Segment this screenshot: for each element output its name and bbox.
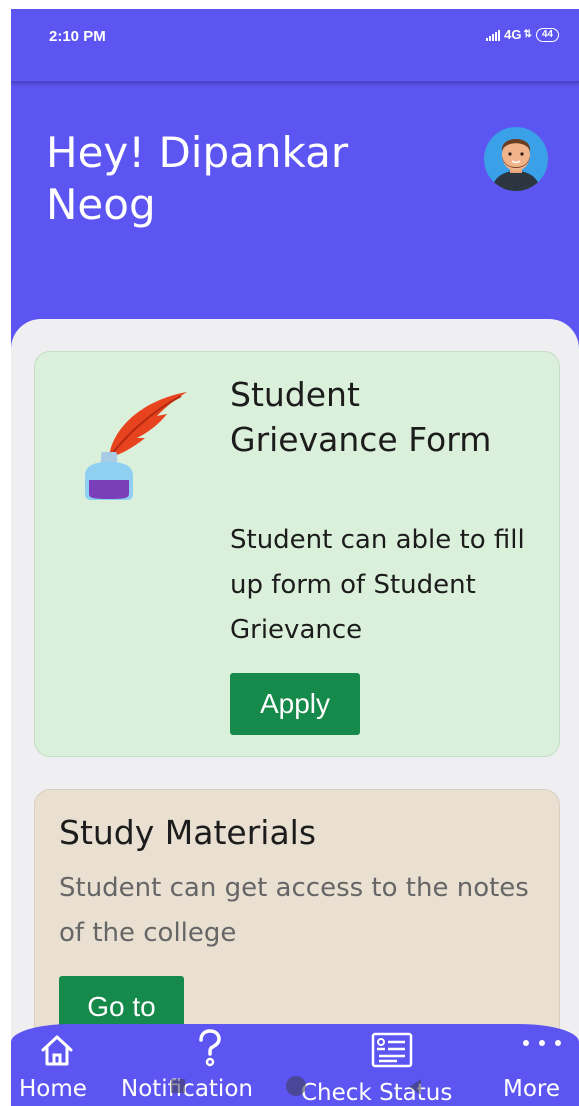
study-materials-description: Student can get access to the notes of t… bbox=[59, 873, 529, 948]
user-avatar-icon[interactable] bbox=[483, 126, 549, 192]
nav-item-more[interactable]: More bbox=[499, 1024, 579, 1106]
grievance-description: Student can able to fill up form of Stud… bbox=[230, 525, 525, 645]
question-icon bbox=[199, 1029, 221, 1067]
status-indicators: 4G ⇅ 44 bbox=[486, 27, 559, 42]
apply-button[interactable]: Apply bbox=[230, 673, 360, 735]
more-icon bbox=[523, 1040, 561, 1046]
battery-icon: 44 bbox=[535, 27, 559, 42]
bottom-nav: Home Notification Check Status More bbox=[11, 1024, 579, 1106]
system-recent-icon bbox=[409, 1079, 421, 1095]
list-icon bbox=[371, 1032, 413, 1068]
quill-inkpot-icon bbox=[71, 380, 191, 502]
nav-label-more: More bbox=[503, 1076, 561, 1102]
nav-label-home: Home bbox=[19, 1076, 87, 1102]
data-arrows-icon: ⇅ bbox=[523, 29, 532, 40]
nav-label-check-status: Check Status bbox=[301, 1080, 453, 1106]
system-back-icon bbox=[171, 1079, 185, 1093]
system-home-icon bbox=[286, 1076, 306, 1096]
grievance-card[interactable]: Student Grievance Form Student can able … bbox=[34, 351, 560, 757]
grievance-title: Student Grievance Form bbox=[230, 375, 492, 459]
nav-item-home[interactable]: Home bbox=[11, 1024, 121, 1106]
app-screen: 2:10 PM 4G ⇅ 44 Hey! Dipankar Neog Stude… bbox=[11, 9, 579, 1106]
battery-level: 44 bbox=[541, 28, 553, 40]
nav-item-check-status[interactable]: Check Status bbox=[299, 1024, 499, 1106]
content-area: Student Grievance Form Student can able … bbox=[11, 319, 579, 1106]
greeting-title: Hey! Dipankar Neog bbox=[46, 128, 349, 229]
status-bar: 2:10 PM 4G ⇅ 44 bbox=[11, 9, 579, 83]
nav-item-notification[interactable]: Notification bbox=[121, 1024, 299, 1106]
signal-icon bbox=[486, 29, 501, 41]
network-type: 4G bbox=[504, 27, 522, 42]
study-materials-title: Study Materials bbox=[59, 813, 317, 852]
home-icon bbox=[41, 1035, 73, 1066]
status-time: 2:10 PM bbox=[49, 28, 106, 45]
nav-label-notification: Notification bbox=[121, 1076, 253, 1102]
